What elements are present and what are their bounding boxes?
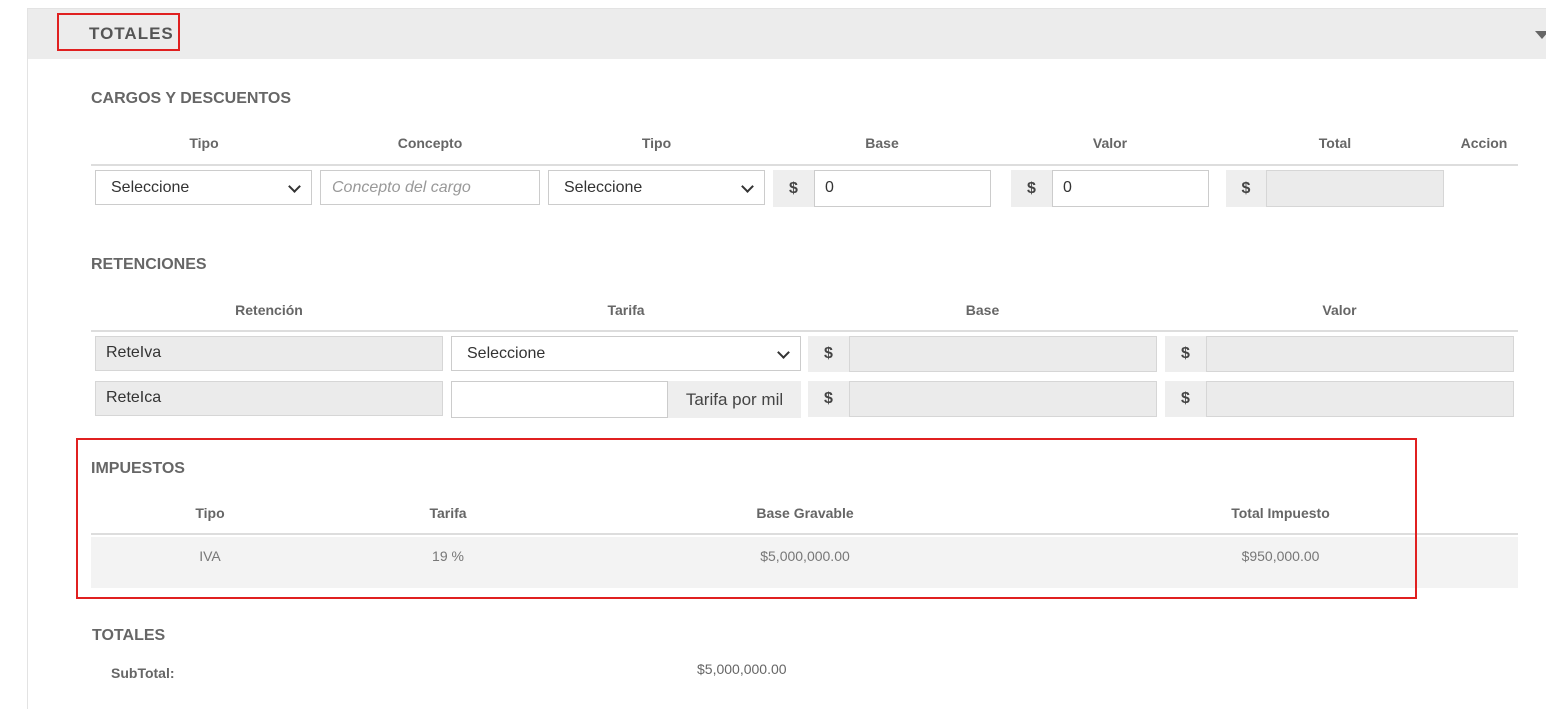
base-currency-addon: $: [773, 170, 814, 207]
reteiva-field: ReteIva: [95, 336, 443, 371]
cargo-total-field: [1266, 170, 1444, 207]
cargos-header-accion: Accion: [1460, 135, 1508, 151]
cargo-valor-input[interactable]: 0: [1052, 170, 1209, 207]
cargos-header-base: Base: [865, 135, 899, 151]
subtotal-value: $5,000,000.00: [697, 661, 787, 677]
cargo-tipo-value: Seleccione: [111, 179, 190, 196]
highlight-box-title: [57, 13, 180, 51]
ret-header-divider: [91, 330, 1518, 332]
cargo-base-input[interactable]: 0: [814, 170, 991, 207]
reteica-valor-currency: $: [1165, 381, 1206, 417]
retenciones-title: RETENCIONES: [91, 256, 207, 273]
reteiva-valor-field: [1206, 336, 1514, 372]
tarifa-por-mil-addon: Tarifa por mil: [668, 381, 801, 418]
cargos-header-concepto: Concepto: [397, 135, 463, 151]
concepto-placeholder: Concepto del cargo: [332, 179, 471, 196]
subtotal-label: SubTotal:: [111, 665, 175, 681]
reteica-tarifa-input[interactable]: [451, 381, 668, 418]
reteiva-tarifa-value: Seleccione: [467, 345, 546, 362]
totales-title: TOTALES: [92, 627, 166, 644]
cargo-tipo2-select[interactable]: Seleccione: [548, 170, 765, 205]
cargo-tipo-select[interactable]: Seleccione: [95, 170, 312, 205]
valor-currency-addon: $: [1011, 170, 1052, 207]
reteica-base-currency: $: [808, 381, 849, 417]
cargos-header-tipo2: Tipo: [641, 135, 672, 151]
highlight-box-impuestos: [76, 438, 1417, 599]
reteica-valor-field: [1206, 381, 1514, 417]
reteiva-tarifa-select[interactable]: Seleccione: [451, 336, 801, 371]
ret-header-base: Base: [965, 302, 1000, 318]
reteiva-valor-currency: $: [1165, 336, 1206, 372]
panel-header[interactable]: TOTALES: [28, 9, 1546, 59]
reteica-field: ReteIca: [95, 381, 443, 416]
chevron-down-icon: [777, 346, 790, 359]
caret-down-icon[interactable]: [1535, 31, 1546, 39]
reteica-label: ReteIca: [106, 389, 162, 406]
cargo-valor-value: 0: [1063, 179, 1072, 196]
concepto-input[interactable]: Concepto del cargo: [320, 170, 540, 205]
cargo-tipo2-value: Seleccione: [564, 179, 643, 196]
total-currency-addon: $: [1226, 170, 1266, 207]
reteiva-base-field: [849, 336, 1157, 372]
ret-header-tarifa: Tarifa: [607, 302, 645, 318]
reteica-base-field: [849, 381, 1157, 417]
cargos-title: CARGOS Y DESCUENTOS: [91, 90, 292, 107]
cargos-header-divider: [91, 164, 1518, 166]
reteiva-label: ReteIva: [106, 344, 162, 361]
cargo-base-value: 0: [825, 179, 834, 196]
cargos-header-valor: Valor: [1092, 135, 1128, 151]
chevron-down-icon: [288, 180, 301, 193]
chevron-down-icon: [741, 180, 754, 193]
cargos-header-total: Total: [1318, 135, 1352, 151]
cargos-header-tipo: Tipo: [189, 135, 219, 151]
ret-header-valor: Valor: [1322, 302, 1357, 318]
ret-header-retencion: Retención: [235, 302, 303, 318]
reteiva-base-currency: $: [808, 336, 849, 372]
